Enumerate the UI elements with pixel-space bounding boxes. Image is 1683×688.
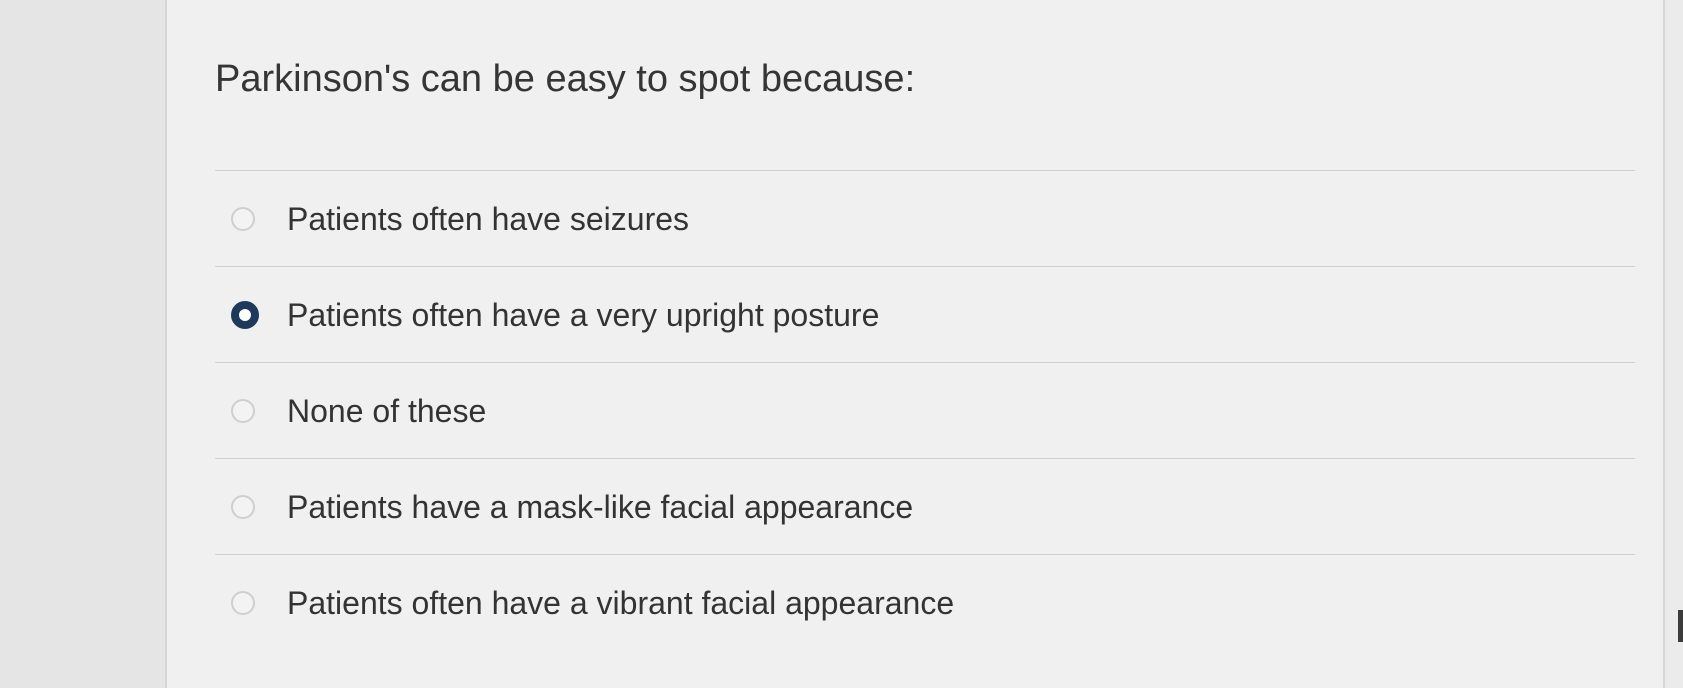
- scrollbar-thumb[interactable]: [1678, 610, 1683, 642]
- answer-option-label[interactable]: Patients often have seizures: [287, 203, 689, 235]
- radio-button-unselected-icon[interactable]: [231, 590, 255, 615]
- radio-button-unselected-icon[interactable]: [231, 494, 255, 519]
- answer-option-label[interactable]: Patients have a mask-like facial appeara…: [287, 491, 913, 523]
- question-title: Parkinson's can be easy to spot because:: [215, 58, 916, 100]
- answer-option-vibrant-face[interactable]: Patients often have a vibrant facial app…: [215, 554, 1635, 650]
- answer-option-mask-like-face[interactable]: Patients have a mask-like facial appeara…: [215, 458, 1635, 554]
- question-panel: Parkinson's can be easy to spot because:…: [165, 0, 1665, 688]
- answer-option-seizures[interactable]: Patients often have seizures: [215, 170, 1635, 266]
- radio-button-unselected-icon[interactable]: [231, 398, 255, 423]
- answer-option-none[interactable]: None of these: [215, 362, 1635, 458]
- answer-option-label[interactable]: None of these: [287, 395, 486, 427]
- answer-option-label[interactable]: Patients often have a vibrant facial app…: [287, 587, 954, 619]
- answer-option-label[interactable]: Patients often have a very upright postu…: [287, 299, 879, 331]
- answer-options: Patients often have seizures Patients of…: [215, 170, 1635, 650]
- radio-button-unselected-icon[interactable]: [231, 206, 255, 231]
- radio-button-selected-icon[interactable]: [231, 300, 259, 329]
- answer-option-upright-posture[interactable]: Patients often have a very upright postu…: [215, 266, 1635, 362]
- left-gutter: [0, 0, 165, 688]
